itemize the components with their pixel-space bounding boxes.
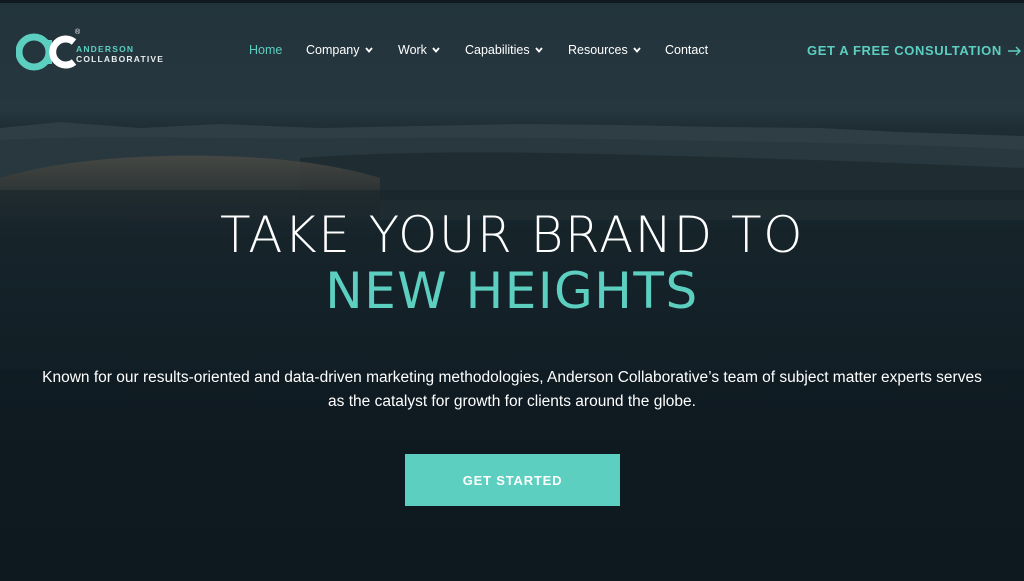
nav-item-label: Home	[249, 43, 283, 57]
nav-item-home[interactable]: Home	[249, 43, 282, 57]
chevron-down-icon	[534, 47, 543, 53]
nav-item-label: Capabilities	[465, 43, 530, 57]
brand-name-line1: ANDERSON	[76, 44, 135, 54]
nav-item-contact[interactable]: Contact	[665, 43, 708, 57]
free-consultation-link[interactable]: GET A FREE CONSULTATION	[807, 43, 1022, 58]
headline-line2: NEW HEIGHTS	[325, 262, 699, 320]
get-started-button[interactable]: GET STARTED	[405, 454, 620, 506]
brand-name-line2: COLLABORATIVE	[76, 54, 165, 64]
chevron-down-icon	[633, 47, 641, 53]
top-edge-bar	[0, 0, 1024, 3]
chevron-down-icon	[432, 47, 440, 53]
free-consultation-label: GET A FREE CONSULTATION	[807, 43, 1002, 58]
brand-wordmark[interactable]: ANDERSON COLLABORATIVE	[76, 44, 164, 64]
logo-mark-icon	[15, 33, 77, 71]
hero-description: Known for our results-oriented and data-…	[42, 369, 982, 410]
nav-item-resources[interactable]: Resources	[568, 43, 641, 57]
nav-item-company[interactable]: Company	[306, 43, 373, 57]
registered-mark: ®	[75, 29, 81, 36]
chevron-down-icon	[364, 47, 373, 53]
nav-item-label: Company	[306, 43, 360, 57]
nav-item-work[interactable]: Work	[398, 43, 440, 57]
arrow-right-icon	[1007, 46, 1021, 55]
headline-line1: TAKE YOUR BRAND TO	[220, 206, 804, 264]
nav-item-label: Work	[398, 43, 427, 57]
nav-item-label: Contact	[665, 43, 709, 57]
hero-headline: TAKE YOUR BRAND TO NEW HEIGHTS	[0, 207, 1024, 319]
nav-item-capabilities[interactable]: Capabilities	[465, 43, 543, 57]
nav-item-label: Resources	[568, 43, 628, 57]
